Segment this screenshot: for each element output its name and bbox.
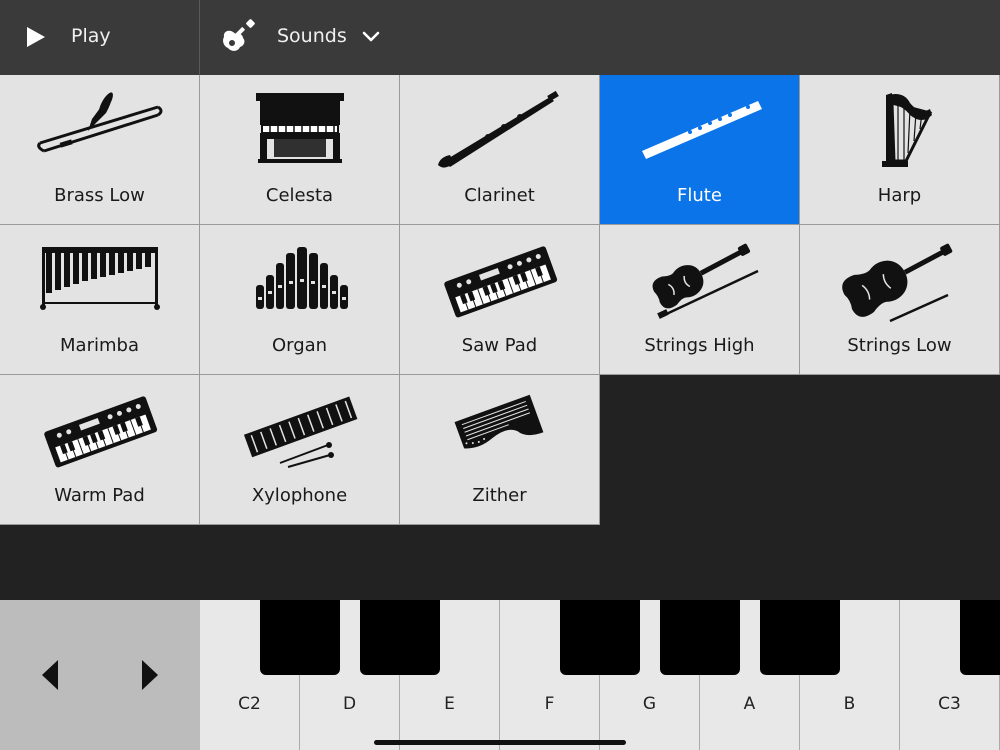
chevron-down-icon [362,31,380,42]
celesta-icon [256,93,344,163]
instrument-tile-flute[interactable]: Flute [600,75,800,225]
instrument-name: Flute [677,185,722,206]
piano-keyboard: C2 D E F G A B C3 [0,600,1000,750]
octave-up-arrow-icon[interactable] [140,658,160,692]
instrument-tile-marimba[interactable]: Marimba [0,225,200,375]
key-label: G [642,694,657,714]
black-key-c3-sharp[interactable] [960,600,1000,675]
instrument-tile-strings-low[interactable]: Strings Low [800,225,1000,375]
synth-keyboard-icon [444,246,558,318]
instrument-name: Harp [877,185,922,206]
instrument-name: Xylophone [251,485,348,506]
zither-icon [454,394,544,449]
guitar-icon [223,19,255,51]
harp-icon [882,93,933,167]
instrument-tile-warm-pad[interactable]: Warm Pad [0,375,200,525]
synth-keyboard-icon [44,396,158,468]
instrument-tile-brass-low[interactable]: Brass Low [0,75,200,225]
key-label: B [843,694,856,714]
instrument-tile-organ[interactable]: Organ [200,225,400,375]
play-button[interactable]: Play [0,0,200,75]
play-icon [27,27,45,47]
key-label: C3 [938,694,961,714]
key-label: E [444,694,455,714]
clarinet-icon [438,90,559,168]
marimba-icon [40,247,160,310]
key-label: C2 [238,694,261,714]
instrument-name: Marimba [60,335,139,356]
xylophone-icon [243,396,358,468]
flute-icon [642,101,762,159]
instrument-tile-harp[interactable]: Harp [800,75,1000,225]
instrument-name: Clarinet [464,185,535,206]
black-key-f-sharp[interactable] [560,600,640,675]
black-key-c-sharp[interactable] [260,600,340,675]
home-indicator[interactable] [374,740,626,745]
toolbar: Play Sounds [0,0,1000,75]
instrument-tile-saw-pad[interactable]: Saw Pad [400,225,600,375]
instrument-name: Strings High [644,335,755,356]
black-key-a-sharp[interactable] [760,600,840,675]
instrument-name: Strings Low [847,335,952,356]
sounds-menu-button[interactable]: Sounds [201,0,411,75]
play-label: Play [71,25,111,47]
instrument-name: Zither [472,485,527,506]
instrument-tile-clarinet[interactable]: Clarinet [400,75,600,225]
key-label: A [743,694,756,714]
instrument-name: Organ [271,335,328,356]
instrument-tile-strings-high[interactable]: Strings High [600,225,800,375]
octave-nav [0,600,200,750]
cello-icon [842,243,953,323]
black-key-g-sharp[interactable] [660,600,740,675]
instrument-tile-xylophone[interactable]: Xylophone [200,375,400,525]
organ-icon [256,247,348,309]
key-label: D [342,694,357,714]
instrument-name: Celesta [265,185,334,206]
instrument-name: Saw Pad [461,335,538,356]
instrument-tile-celesta[interactable]: Celesta [200,75,400,225]
trombone-icon [37,92,163,153]
instrument-name: Brass Low [54,185,145,206]
instrument-grid: Brass Low Celesta Clarinet Flute Harp Ma… [0,75,1000,525]
black-key-d-sharp[interactable] [360,600,440,675]
key-label: F [544,694,555,714]
instrument-tile-zither[interactable]: Zither [400,375,600,525]
sounds-label: Sounds [277,25,347,47]
instrument-name: Warm Pad [54,485,145,506]
octave-down-arrow-icon[interactable] [40,658,60,692]
violin-icon [652,243,759,319]
